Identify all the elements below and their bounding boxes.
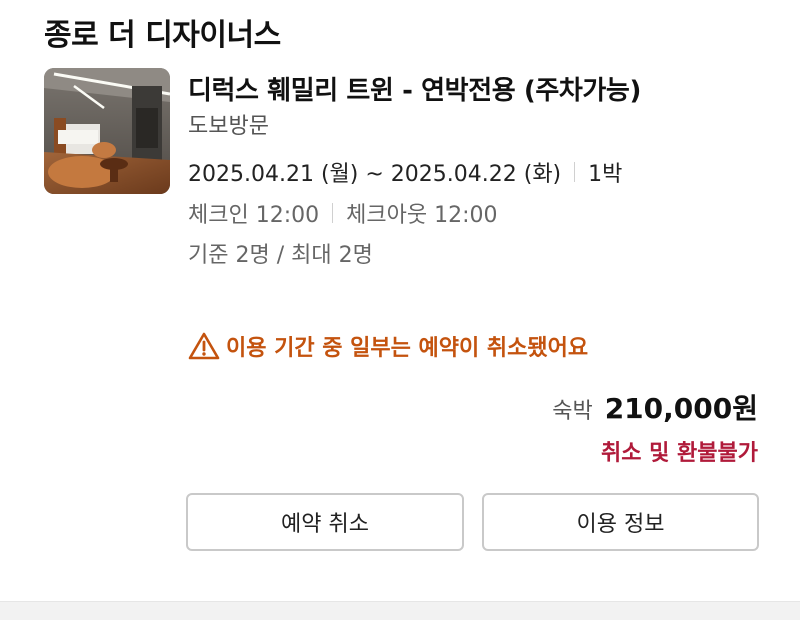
- room-thumbnail[interactable]: [44, 68, 170, 194]
- room-photo-image: [44, 68, 170, 194]
- capacity-label: 기준 2명 / 최대 2명: [188, 243, 373, 268]
- price-amount: 210,000원: [604, 392, 758, 425]
- partial-cancel-warning: 이용 기간 중 일부는 예약이 취소됐어요: [188, 330, 588, 362]
- nights-count: 1박: [588, 162, 623, 187]
- reservation-card: 종로 더 디자이너스 디럭스 훼밀리 트윈 - 연박전용 (주차가능) 도보방문…: [0, 0, 800, 620]
- check-out-time: 체크아웃 12:00: [346, 203, 498, 228]
- stay-dates: 2025.04.21 (월) ~ 2025.04.22 (화): [188, 162, 562, 187]
- section-divider: [0, 601, 800, 620]
- divider: [332, 203, 334, 223]
- checkin-times-row: 체크인 12:00 체크아웃 12:00: [188, 197, 497, 229]
- price-label: 숙박: [552, 399, 593, 424]
- hotel-name[interactable]: 종로 더 디자이너스: [44, 10, 281, 54]
- usage-info-button[interactable]: 이용 정보: [482, 493, 759, 551]
- stay-dates-row: 2025.04.21 (월) ~ 2025.04.22 (화) 1박: [188, 156, 622, 188]
- refund-policy-label: 취소 및 환불불가: [601, 441, 758, 466]
- price-row: 숙박 210,000원: [552, 387, 758, 427]
- warning-triangle-icon: [188, 331, 220, 361]
- room-title[interactable]: 디럭스 훼밀리 트윈 - 연박전용 (주차가능): [188, 70, 641, 107]
- visit-type-label: 도보방문: [188, 114, 269, 139]
- warning-text: 이용 기간 중 일부는 예약이 취소됐어요: [226, 336, 589, 361]
- divider: [574, 162, 576, 182]
- check-in-time: 체크인 12:00: [188, 203, 320, 228]
- cancel-reservation-button[interactable]: 예약 취소: [186, 493, 464, 551]
